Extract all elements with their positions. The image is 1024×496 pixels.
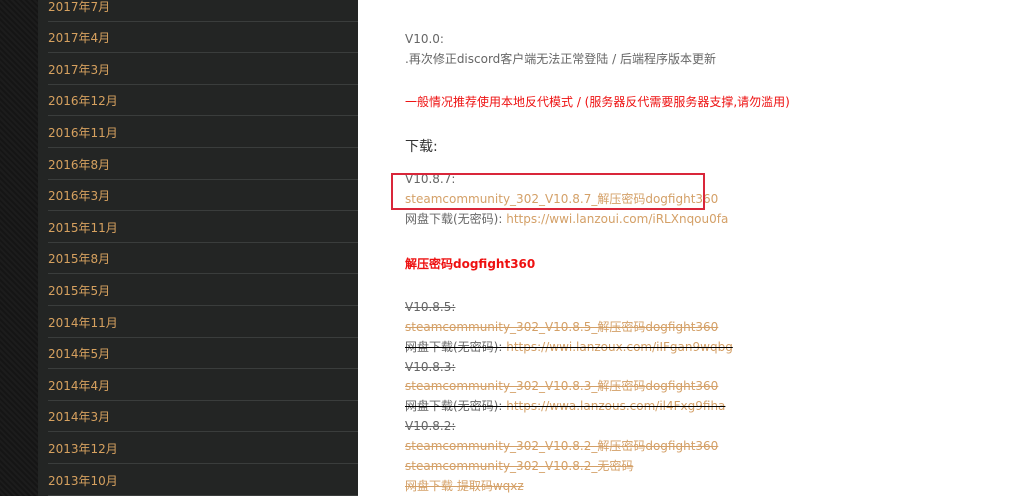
archive-item: 2017年7月	[48, 0, 366, 22]
archive-list: 2017年7月 2017年4月 2017年3月 2016年12月 2016年11…	[48, 0, 366, 496]
archive-item: 2017年4月	[48, 22, 366, 54]
version-note: .再次修正discord客户端无法正常登陆 / 后端程序版本更新	[405, 52, 716, 66]
archive-link[interactable]: 2014年3月	[48, 408, 110, 425]
netdisk-line: 网盘下载(无密码): https://wwi.lanzoux.com/iIFga…	[405, 339, 733, 355]
archive-link[interactable]: 2015年11月	[48, 219, 118, 236]
archive-item: 2016年12月	[48, 85, 366, 117]
download-file-link[interactable]: steamcommunity_302_V10.8.2_无密码	[405, 458, 633, 474]
archive-link[interactable]: 2016年12月	[48, 92, 118, 109]
page-background	[0, 0, 38, 496]
archive-link[interactable]: 2015年8月	[48, 250, 110, 267]
archive-item: 2014年11月	[48, 306, 366, 338]
archive-item: 2014年5月	[48, 338, 366, 370]
archive-item: 2013年12月	[48, 432, 366, 464]
archive-link[interactable]: 2015年5月	[48, 282, 110, 299]
archive-link[interactable]: 2013年10月	[48, 472, 118, 489]
netdisk-link[interactable]: https://wwa.lanzous.com/il4Fxg9fiha	[506, 399, 725, 413]
archive-item: 2016年8月	[48, 148, 366, 180]
version-title: V10.8.2:	[405, 419, 456, 433]
netdisk-link[interactable]: https://wwi.lanzoui.com/iRLXnqou0fa	[506, 212, 728, 226]
archive-link[interactable]: 2017年4月	[48, 29, 110, 46]
archive-item: 2015年5月	[48, 274, 366, 306]
archive-item: 2016年3月	[48, 180, 366, 212]
archive-item: 2014年3月	[48, 401, 366, 433]
download-heading: 下载:	[405, 139, 438, 155]
netdisk-label: 网盘下载(无密码):	[405, 212, 507, 226]
archive-item: 2015年11月	[48, 211, 366, 243]
archive-item: 2013年10月	[48, 464, 366, 496]
archive-item: 2017年3月	[48, 53, 366, 85]
download-file-link[interactable]: steamcommunity_302_V10.8.2_解压密码dogfight3…	[405, 438, 718, 454]
download-file-link[interactable]: steamcommunity_302_V10.8.3_解压密码dogfight3…	[405, 378, 718, 394]
archive-link[interactable]: 2016年8月	[48, 156, 110, 173]
version-title: V10.8.5:	[405, 300, 456, 314]
password-note: 解压密码dogfight360	[405, 257, 536, 271]
recommendation-note: 一般情况推荐使用本地反代模式 / (服务器反代需要服务器支撑,请勿滥用)	[405, 95, 790, 109]
archive-link[interactable]: 2014年11月	[48, 314, 118, 331]
archive-link[interactable]: 2017年7月	[48, 0, 110, 15]
version-title: V10.0:	[405, 32, 444, 46]
archive-link[interactable]: 2013年12月	[48, 440, 118, 457]
version-title: V10.8.3:	[405, 360, 456, 374]
download-file-link[interactable]: steamcommunity_302_V10.8.5_解压密码dogfight3…	[405, 319, 718, 335]
netdisk-line: 网盘下载(无密码): https://wwa.lanzous.com/il4Fx…	[405, 398, 725, 414]
archive-link[interactable]: 2016年11月	[48, 124, 118, 141]
archive-sidebar: 2017年7月 2017年4月 2017年3月 2016年12月 2016年11…	[38, 0, 366, 496]
archive-link[interactable]: 2014年4月	[48, 377, 110, 394]
archive-item: 2014年4月	[48, 369, 366, 401]
netdisk-label: 网盘下载(无密码):	[405, 340, 507, 354]
archive-link[interactable]: 2017年3月	[48, 61, 110, 78]
archive-link[interactable]: 2016年3月	[48, 187, 110, 204]
netdisk-link[interactable]: https://wwi.lanzoux.com/iIFgan9wqbg	[506, 340, 733, 354]
post-content: V10.0: .再次修正discord客户端无法正常登陆 / 后端程序版本更新 …	[358, 0, 1024, 496]
archive-item: 2015年8月	[48, 243, 366, 275]
netdisk-line: 网盘下载(无密码): https://wwi.lanzoui.com/iRLXn…	[405, 211, 728, 227]
archive-item: 2016年11月	[48, 116, 366, 148]
netdisk-label: 网盘下载(无密码):	[405, 399, 507, 413]
highlight-box	[391, 173, 705, 210]
archive-link[interactable]: 2014年5月	[48, 345, 110, 362]
netdisk-link[interactable]: 网盘下载 提取码wqxz	[405, 478, 524, 494]
